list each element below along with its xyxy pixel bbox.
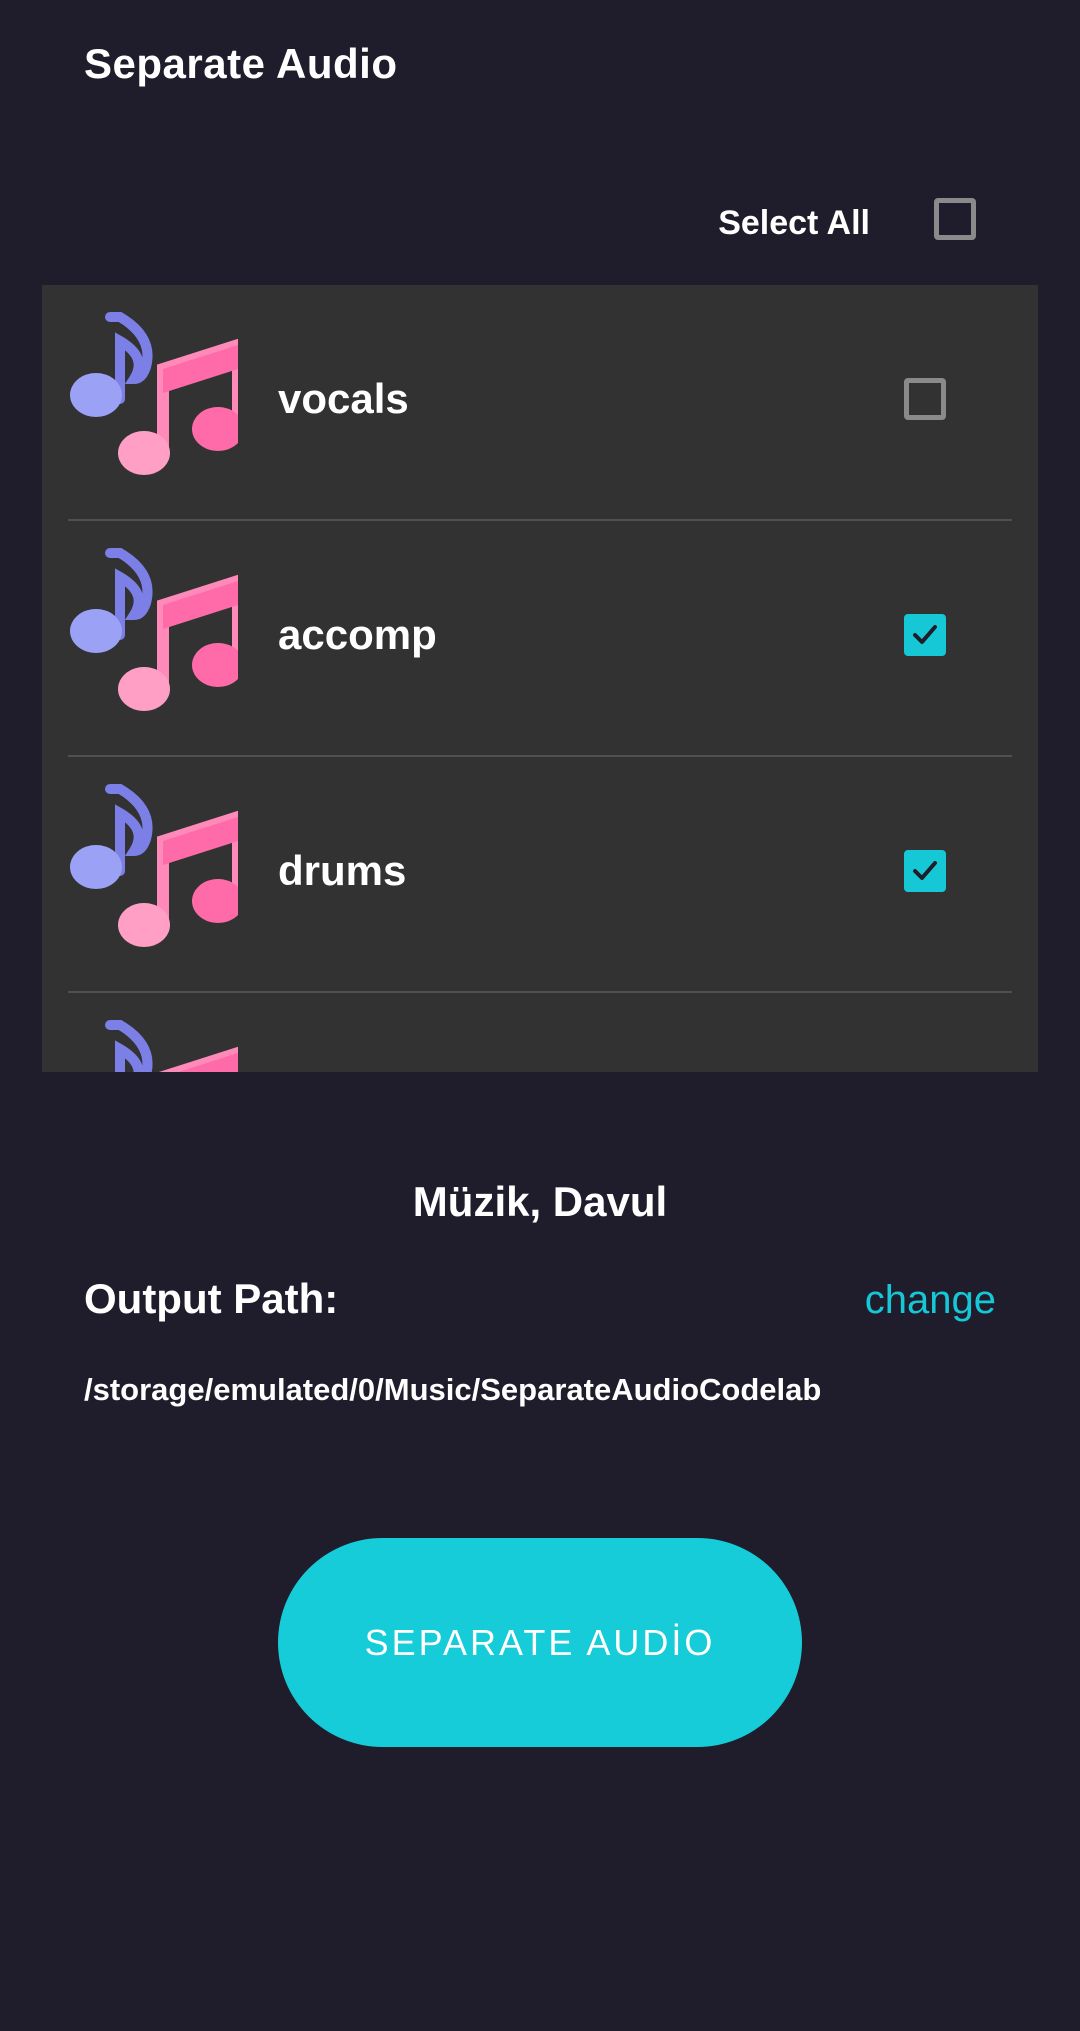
output-path-label: Output Path: bbox=[84, 1275, 339, 1322]
track-name: vocals bbox=[278, 375, 409, 422]
music-notes-icon bbox=[70, 312, 238, 475]
track-name: drums bbox=[278, 847, 407, 894]
select-all-label: Select All bbox=[718, 204, 870, 242]
track-name: accomp bbox=[278, 611, 437, 658]
music-notes-icon bbox=[70, 548, 238, 711]
music-notes-icon bbox=[105, 1020, 238, 1072]
track-list[interactable]: vocals accomp drums bbox=[42, 285, 1038, 1072]
track-item-drums[interactable]: drums bbox=[42, 757, 1038, 993]
select-all-row: Select All bbox=[0, 190, 1080, 260]
music-notes-icon bbox=[70, 784, 238, 947]
output-path-value: /storage/emulated/0/Music/SeparateAudioC… bbox=[84, 1372, 822, 1407]
checkmark-icon bbox=[913, 625, 937, 644]
select-all-checkbox[interactable] bbox=[934, 198, 976, 240]
track-item-vocals[interactable]: vocals bbox=[42, 285, 1038, 521]
track-item-accomp[interactable]: accomp bbox=[42, 521, 1038, 757]
page-title: Separate Audio bbox=[84, 40, 398, 87]
separate-audio-button[interactable]: SEPARATE AUDİO bbox=[278, 1538, 802, 1747]
selected-stems-summary: Müzik, Davul bbox=[412, 1178, 668, 1225]
track-checkbox[interactable] bbox=[904, 614, 946, 656]
track-item-partial[interactable] bbox=[42, 993, 1038, 1072]
track-checkbox[interactable] bbox=[904, 378, 946, 420]
checkmark-icon bbox=[913, 861, 937, 880]
track-checkbox[interactable] bbox=[904, 850, 946, 892]
change-path-link[interactable]: change bbox=[865, 1278, 996, 1323]
